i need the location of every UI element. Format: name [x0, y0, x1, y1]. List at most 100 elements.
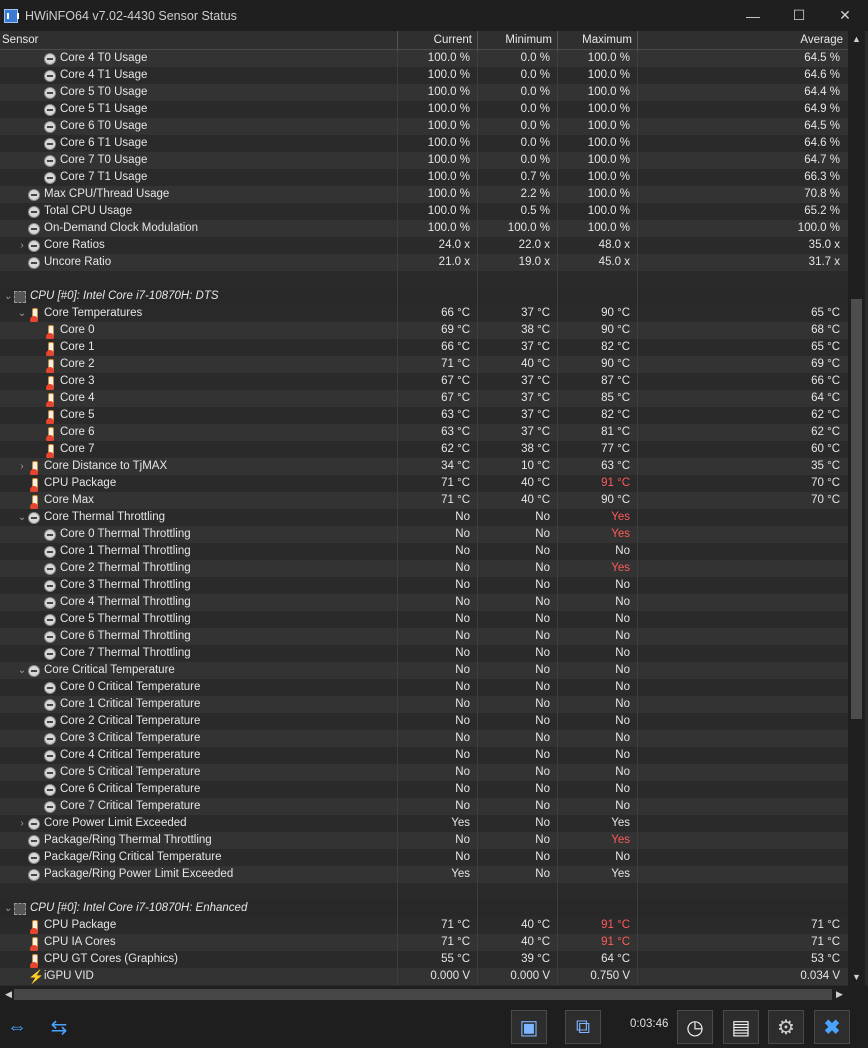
current-column-header[interactable]: Current — [398, 31, 478, 50]
network-computers-icon[interactable]: ⧉ — [565, 1010, 601, 1044]
sensor-row[interactable]: Core 3 Critical Temperature No No No — [0, 730, 848, 747]
collapse-arrows-icon[interactable]: ⇆ — [42, 1010, 76, 1044]
sensor-row[interactable]: Core 6 Thermal Throttling No No No — [0, 628, 848, 645]
sensor-label: Core 5 T0 Usage — [60, 86, 148, 98]
thermometer-icon — [30, 477, 38, 492]
sensor-row[interactable]: Core 1 Critical Temperature No No No — [0, 696, 848, 713]
sensor-row[interactable]: CPU Package 71 °C 40 °C 91 °C 70 °C — [0, 475, 848, 492]
sensor-row[interactable]: ⌄ Core Temperatures 66 °C 37 °C 90 °C 65 °C — [0, 305, 848, 322]
sensor-row[interactable]: Uncore Ratio 21.0 x 19.0 x 45.0 x 31.7 x — [0, 254, 848, 271]
settings-gear-icon[interactable]: ⚙ — [768, 1010, 804, 1044]
horizontal-scrollbar[interactable]: ◀ ▶ — [0, 986, 848, 1003]
sensor-row[interactable]: CPU Package 71 °C 40 °C 91 °C 71 °C — [0, 917, 848, 934]
sensor-row[interactable]: Core 4 67 °C 37 °C 85 °C 64 °C — [0, 390, 848, 407]
sensor-row[interactable]: Core 2 Thermal Throttling No No Yes — [0, 560, 848, 577]
sensor-row[interactable]: Core 4 T0 Usage 100.0 % 0.0 % 100.0 % 64.5 % — [0, 50, 848, 67]
scroll-down-arrow-icon[interactable]: ▼ — [848, 969, 865, 986]
scroll-right-arrow-icon[interactable]: ▶ — [831, 986, 848, 1003]
expand-toggle-icon[interactable]: ⌄ — [2, 900, 14, 917]
sensor-row[interactable]: Core 6 63 °C 37 °C 81 °C 62 °C — [0, 424, 848, 441]
sensor-row[interactable]: Core 3 Thermal Throttling No No No — [0, 577, 848, 594]
sensor-group-row[interactable]: ⌄ CPU [#0]: Intel Core i7-10870H: DTS — [0, 288, 848, 305]
sensor-row[interactable]: Core 1 66 °C 37 °C 82 °C 65 °C — [0, 339, 848, 356]
minimize-button[interactable]: — — [730, 0, 776, 31]
vertical-scrollbar[interactable]: ▲ ▼ — [848, 31, 865, 986]
report-add-icon[interactable]: ▤ — [723, 1010, 759, 1044]
sensor-row[interactable]: Core 6 T1 Usage 100.0 % 0.0 % 100.0 % 64.6 % — [0, 135, 848, 152]
sensor-row[interactable]: Core 7 Thermal Throttling No No No — [0, 645, 848, 662]
minimum-value: 38 °C — [478, 322, 558, 339]
maximize-button[interactable]: ☐ — [776, 0, 822, 31]
average-value: 35.0 x — [808, 239, 840, 251]
sensor-row[interactable]: Core 7 Critical Temperature No No No — [0, 798, 848, 815]
sensor-row[interactable]: Core 6 Critical Temperature No No No — [0, 781, 848, 798]
sensor-row[interactable]: Core 7 T1 Usage 100.0 % 0.7 % 100.0 % 66.3 % — [0, 169, 848, 186]
close-window-button[interactable]: ✕ — [822, 0, 868, 31]
close-sensors-icon[interactable]: ✖ — [814, 1010, 850, 1044]
expand-toggle-icon[interactable]: ⌄ — [16, 509, 28, 526]
sensor-column-header[interactable]: Sensor — [0, 31, 398, 50]
sensor-row[interactable]: ⌄ Core Critical Temperature No No No — [0, 662, 848, 679]
monitor-icon[interactable]: ▣ — [511, 1010, 547, 1044]
sensor-row[interactable]: Core 4 Thermal Throttling No No No — [0, 594, 848, 611]
expand-toggle-icon[interactable]: › — [16, 237, 28, 254]
sensor-row[interactable]: Core 2 Critical Temperature No No No — [0, 713, 848, 730]
sensor-row[interactable]: Package/Ring Critical Temperature No No No — [0, 849, 848, 866]
sensor-row[interactable]: Package/Ring Thermal Throttling No No Yes — [0, 832, 848, 849]
sensor-row[interactable]: › Core Ratios 24.0 x 22.0 x 48.0 x 35.0 x — [0, 237, 848, 254]
expand-toggle-icon[interactable]: › — [16, 815, 28, 832]
sensor-row[interactable]: Core 0 Critical Temperature No No No — [0, 679, 848, 696]
current-value: 71 °C — [398, 492, 478, 509]
sensor-row[interactable]: › Core Distance to TjMAX 34 °C 10 °C 63 °C 35… — [0, 458, 848, 475]
sensor-row[interactable]: Core 0 69 °C 38 °C 90 °C 68 °C — [0, 322, 848, 339]
sensor-row[interactable]: Package/Ring Power Limit Exceeded Yes No Ye… — [0, 866, 848, 883]
sensor-row[interactable]: › Core Power Limit Exceeded Yes No Yes — [0, 815, 848, 832]
horizontal-scroll-thumb[interactable] — [14, 989, 832, 1000]
sensor-row[interactable]: Core 5 Critical Temperature No No No — [0, 764, 848, 781]
thermometer-icon — [30, 936, 38, 951]
expand-toggle-icon[interactable]: › — [16, 458, 28, 475]
sensor-row[interactable]: ⌄ Core Thermal Throttling No No Yes — [0, 509, 848, 526]
clock-reset-icon[interactable]: ◷ — [677, 1010, 713, 1044]
maximum-value: 100.0 % — [558, 186, 638, 203]
sensor-row[interactable]: Core 5 T1 Usage 100.0 % 0.0 % 100.0 % 64.9 % — [0, 101, 848, 118]
sensor-row[interactable]: Total CPU Usage 100.0 % 0.5 % 100.0 % 65.2 % — [0, 203, 848, 220]
sensor-row[interactable]: Core 5 T0 Usage 100.0 % 0.0 % 100.0 % 64.4 % — [0, 84, 848, 101]
sensor-row[interactable]: Core 5 Thermal Throttling No No No — [0, 611, 848, 628]
minimum-value: 37 °C — [478, 373, 558, 390]
sensor-row[interactable] — [0, 271, 848, 288]
sensor-row[interactable]: Core 2 71 °C 40 °C 90 °C 69 °C — [0, 356, 848, 373]
sensor-group-row[interactable]: ⌄ CPU [#0]: Intel Core i7-10870H: Enhance… — [0, 900, 848, 917]
expand-arrows-icon[interactable]: ⇔ — [0, 1010, 34, 1044]
average-column-header[interactable]: Average — [638, 31, 848, 50]
expand-toggle-icon[interactable]: ⌄ — [2, 288, 14, 305]
sensor-row[interactable] — [0, 883, 848, 900]
thermometer-icon — [46, 443, 54, 458]
sensor-row[interactable]: Core 0 Thermal Throttling No No Yes — [0, 526, 848, 543]
sensor-row[interactable]: Core 6 T0 Usage 100.0 % 0.0 % 100.0 % 64.5 % — [0, 118, 848, 135]
minimum-column-header[interactable]: Minimum — [478, 31, 558, 50]
sensor-row[interactable]: Core Max 71 °C 40 °C 90 °C 70 °C — [0, 492, 848, 509]
vertical-scroll-thumb[interactable] — [851, 299, 862, 719]
sensor-row[interactable]: CPU IA Cores 71 °C 40 °C 91 °C 71 °C — [0, 934, 848, 951]
sensor-row[interactable]: Max CPU/Thread Usage 100.0 % 2.2 % 100.0 % 7… — [0, 186, 848, 203]
sensor-row[interactable]: Core 4 T1 Usage 100.0 % 0.0 % 100.0 % 64.6 % — [0, 67, 848, 84]
sensor-row[interactable]: Core 7 62 °C 38 °C 77 °C 60 °C — [0, 441, 848, 458]
current-value: No — [398, 526, 478, 543]
bolt-icon: ⚡ — [28, 968, 45, 984]
expand-toggle-icon[interactable]: ⌄ — [16, 305, 28, 322]
sensor-row[interactable]: Core 7 T0 Usage 100.0 % 0.0 % 100.0 % 64.7 % — [0, 152, 848, 169]
sensor-row[interactable]: ⚡ iGPU VID 0.000 V 0.000 V 0.750 V 0.034 V — [0, 968, 848, 985]
sensor-row[interactable]: On-Demand Clock Modulation 100.0 % 100.0 %… — [0, 220, 848, 237]
maximum-column-header[interactable]: Maximum — [558, 31, 638, 50]
sensor-row[interactable]: CPU GT Cores (Graphics) 55 °C 39 °C 64 °C 53… — [0, 951, 848, 968]
sensor-row[interactable]: Core 5 63 °C 37 °C 82 °C 62 °C — [0, 407, 848, 424]
sensor-label: Package/Ring Thermal Throttling — [44, 834, 212, 846]
scroll-up-arrow-icon[interactable]: ▲ — [848, 31, 865, 48]
sensor-row[interactable]: Core 4 Critical Temperature No No No — [0, 747, 848, 764]
average-value — [638, 628, 848, 645]
average-value: 60 °C — [811, 443, 840, 455]
expand-toggle-icon[interactable]: ⌄ — [16, 662, 28, 679]
sensor-row[interactable]: Core 3 67 °C 37 °C 87 °C 66 °C — [0, 373, 848, 390]
sensor-row[interactable]: Core 1 Thermal Throttling No No No — [0, 543, 848, 560]
